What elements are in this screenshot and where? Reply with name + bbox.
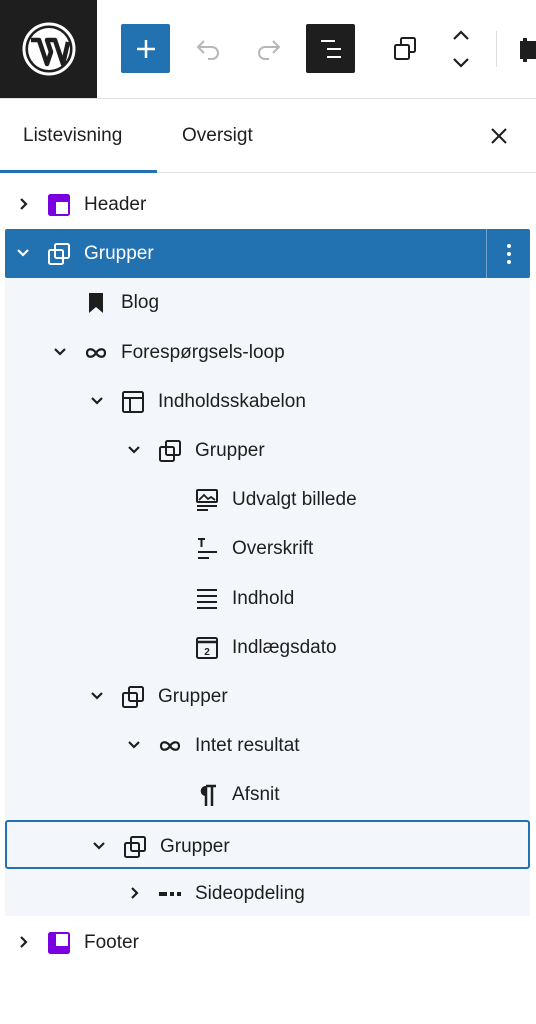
tree-row-grupper[interactable]: Grupper xyxy=(5,672,530,721)
tree-row-label: Grupper xyxy=(195,440,265,461)
chevron-down-icon[interactable] xyxy=(88,392,106,410)
group-icon xyxy=(124,835,146,858)
tree-row-grupper[interactable]: Grupper xyxy=(5,229,530,279)
tree-row-label: Grupper xyxy=(84,243,154,265)
tree-row-label: Grupper xyxy=(158,686,228,707)
chevron-down-icon[interactable] xyxy=(125,441,143,459)
layout-icon xyxy=(122,390,144,413)
tree-row-label: Afsnit xyxy=(232,784,280,806)
paragraph-icon xyxy=(200,785,216,807)
post-content-icon xyxy=(197,588,217,609)
tree-row-label: Forespørgsels-loop xyxy=(121,341,285,363)
close-panel-button[interactable] xyxy=(485,122,513,150)
redo-button[interactable] xyxy=(244,24,293,73)
tree-row-indholdsskabelon[interactable]: Indholdsskabelon xyxy=(5,377,530,426)
tree-row-label: Indholdsskabelon xyxy=(158,390,306,412)
tab-list-view[interactable]: Listevisning xyxy=(23,99,122,173)
tree-row-footer[interactable]: Footer xyxy=(5,918,530,967)
chevron-down-icon[interactable] xyxy=(51,343,69,361)
tree-row-indlægsdato[interactable]: 2 Indlægsdato xyxy=(5,623,530,672)
group-icon xyxy=(122,686,144,708)
list-view-button[interactable] xyxy=(306,24,355,73)
bookmark-icon xyxy=(89,293,103,314)
chevron-right-icon[interactable] xyxy=(14,195,32,213)
pin-icon xyxy=(520,38,536,62)
close-icon xyxy=(491,128,507,144)
wordpress-icon xyxy=(22,22,75,76)
tree-row-label: Indhold xyxy=(232,587,295,609)
tree-row-label: Sideopdeling xyxy=(195,882,305,904)
svg-text:2: 2 xyxy=(204,647,210,658)
chevron-right-icon[interactable] xyxy=(14,933,32,951)
add-block-button[interactable] xyxy=(121,24,170,73)
tab-overview[interactable]: Oversigt xyxy=(182,99,253,173)
tree-row-label: Blog xyxy=(121,292,160,314)
tree-row-label: Indlægsdato xyxy=(232,636,337,658)
wordpress-logo-button[interactable] xyxy=(0,0,97,98)
chevron-down-icon[interactable] xyxy=(14,244,32,262)
tree-row-udvalgt-billede[interactable]: Udvalgt billede xyxy=(5,475,530,524)
loop-icon xyxy=(85,347,107,358)
pin-button[interactable] xyxy=(514,30,536,70)
chevron-right-icon[interactable] xyxy=(125,884,143,902)
tree-row-grupper[interactable]: Grupper xyxy=(5,426,530,475)
tree-row-intet-resultat[interactable]: Intet resultat xyxy=(5,721,530,770)
tree-row-sideopdeling[interactable]: Sideopdeling xyxy=(5,869,530,918)
tree-row-label: Footer xyxy=(84,932,139,953)
undo-icon xyxy=(196,39,219,60)
list-view-tabs: Listevisning Oversigt xyxy=(0,99,536,173)
duplicate-button[interactable] xyxy=(380,24,429,73)
loop-icon xyxy=(159,741,181,752)
toolbar-divider xyxy=(496,31,497,67)
pagination-icon xyxy=(159,891,181,896)
block-options-button[interactable] xyxy=(486,229,530,279)
chevron-down-icon[interactable] xyxy=(90,837,108,855)
tree-row-grupper[interactable]: Grupper xyxy=(5,819,530,869)
group-icon xyxy=(48,243,70,266)
more-vertical-icon xyxy=(506,243,511,264)
tree-row-afsnit[interactable]: Afsnit xyxy=(5,770,530,819)
tree-row-label: Overskrift xyxy=(232,538,314,560)
tree-row-indhold[interactable]: Indhold xyxy=(5,574,530,623)
post-title-icon xyxy=(198,538,217,560)
tree-row-label: Grupper xyxy=(160,835,230,857)
chevron-down-icon[interactable] xyxy=(88,687,106,705)
template-part-header-icon xyxy=(48,194,70,216)
tree-row-overskrift[interactable]: Overskrift xyxy=(5,524,530,573)
tree-row-label: Header xyxy=(84,194,147,215)
tree-row-label: Udvalgt billede xyxy=(232,489,357,511)
plus-icon xyxy=(136,39,155,58)
tree-row-forespørgsels-loop[interactable]: Forespørgsels-loop xyxy=(5,328,530,377)
undo-button[interactable] xyxy=(183,24,232,73)
chevron-down-icon[interactable] xyxy=(125,736,143,754)
move-button[interactable] xyxy=(436,24,485,73)
duplicate-icon xyxy=(393,36,416,60)
post-date-icon: 2 xyxy=(196,636,218,659)
featured-image-icon xyxy=(196,489,218,512)
group-icon xyxy=(159,440,181,462)
editor-toolbar xyxy=(0,0,536,99)
template-part-footer-icon xyxy=(48,932,70,954)
active-tab-indicator xyxy=(0,170,157,173)
redo-icon xyxy=(257,39,280,60)
list-view-icon xyxy=(320,39,341,58)
tree-row-blog[interactable]: Blog xyxy=(5,278,530,327)
chevron-up-down-icon xyxy=(452,29,469,68)
tree-row-header[interactable]: Header xyxy=(5,180,530,229)
tree-row-label: Intet resultat xyxy=(195,735,300,757)
